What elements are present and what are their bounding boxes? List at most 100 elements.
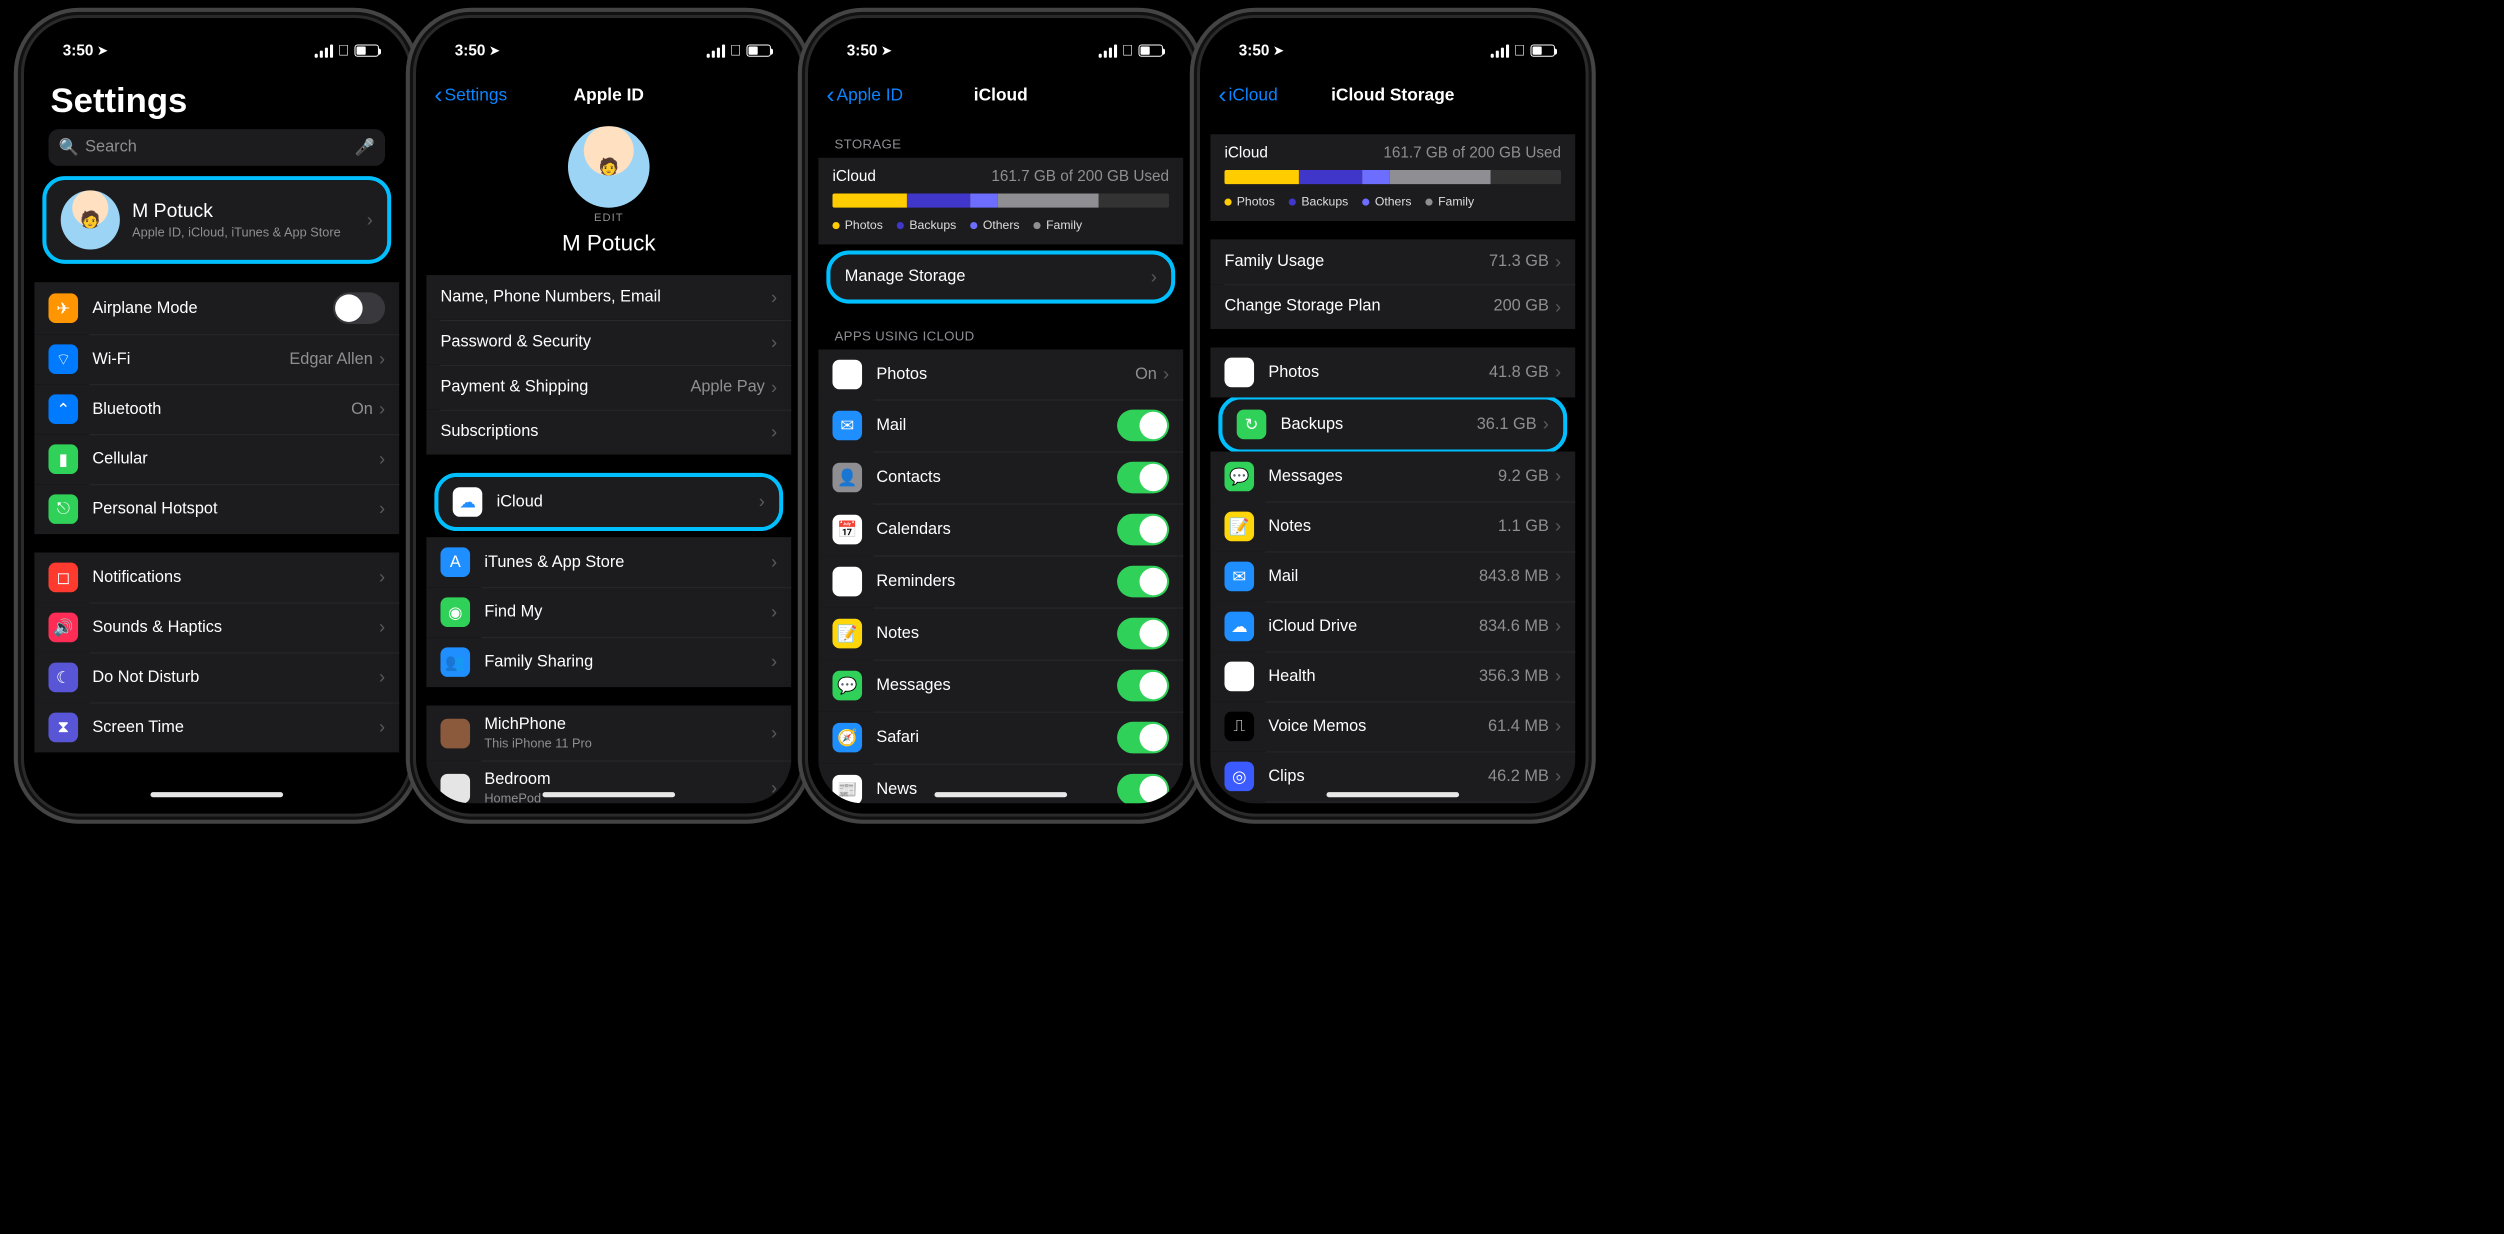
toggle-switch[interactable] <box>1117 774 1169 804</box>
list-item[interactable]: ☑Reminders <box>818 556 1183 608</box>
app-icon: ☑ <box>832 567 862 597</box>
back-button[interactable]: ‹ Settings <box>434 83 507 107</box>
list-item[interactable]: 🏞PhotosOn› <box>818 350 1183 400</box>
toggle-switch[interactable] <box>1117 410 1169 442</box>
back-button[interactable]: ‹ Apple ID <box>826 83 903 107</box>
list-item[interactable]: Password & Security› <box>426 320 791 365</box>
phone-apple-id: 3:50➤ 􀙇 ‹ Settings Apple ID 🧑 EDIT M Pot… <box>416 18 802 814</box>
list-item[interactable]: ⎍Voice Memos61.4 MB› <box>1210 701 1575 751</box>
app-icon: ⌃ <box>48 394 78 424</box>
highlight-backups: ↻ Backups 36.1 GB › <box>1218 395 1567 453</box>
wifi-icon: 􀙇 <box>1514 42 1525 59</box>
list-item[interactable]: Change Storage Plan200 GB› <box>1210 284 1575 329</box>
avatar: 🧑 <box>61 190 120 249</box>
chevron-right-icon: › <box>771 777 777 798</box>
avatar: 🧑 <box>568 126 650 208</box>
mic-icon[interactable]: 🎤 <box>355 137 375 157</box>
app-icon: 📝 <box>832 619 862 649</box>
profile-cell[interactable]: 🧑 M Potuck Apple ID, iCloud, iTunes & Ap… <box>46 180 387 260</box>
chevron-right-icon: › <box>1163 364 1169 385</box>
profile-name: M Potuck <box>426 230 791 257</box>
list-item[interactable]: 📚Apple Books36.5 MB› <box>1210 801 1575 803</box>
location-icon: ➤ <box>489 44 499 58</box>
home-indicator[interactable] <box>542 792 675 797</box>
list-item[interactable]: 📰News <box>818 764 1183 804</box>
home-indicator[interactable] <box>934 792 1067 797</box>
home-indicator[interactable] <box>1326 792 1459 797</box>
search-input[interactable]: 🔍 Search 🎤 <box>48 129 385 166</box>
backups-cell[interactable]: ↻ Backups 36.1 GB › <box>1222 399 1563 449</box>
app-icon <box>440 718 470 748</box>
cell-value: On <box>1135 365 1157 383</box>
location-icon: ➤ <box>881 44 891 58</box>
list-item[interactable]: ▮Cellular› <box>34 434 399 484</box>
edit-label[interactable]: EDIT <box>426 212 791 224</box>
list-item[interactable]: 💬Messages <box>818 660 1183 712</box>
list-item[interactable]: Name, Phone Numbers, Email› <box>426 275 791 320</box>
app-icon: ⎋ <box>48 494 78 524</box>
chevron-right-icon: › <box>379 717 385 738</box>
list-item[interactable]: ⎋Personal Hotspot› <box>34 484 399 534</box>
cell-label: Wi-Fi <box>92 350 289 368</box>
cell-value: 61.4 MB <box>1488 717 1549 735</box>
toggle-switch[interactable] <box>1117 618 1169 650</box>
cell-label: iTunes & App Store <box>484 553 771 571</box>
list-item[interactable]: ✉Mail <box>818 399 1183 451</box>
list-item[interactable]: ♥Health356.3 MB› <box>1210 651 1575 701</box>
app-icon: 💬 <box>832 671 862 701</box>
list-item[interactable]: ☾Do Not Disturb› <box>34 652 399 702</box>
toggle-switch[interactable] <box>333 292 385 324</box>
icloud-cell[interactable]: ☁ iCloud › <box>438 477 779 527</box>
list-item[interactable]: Family Usage71.3 GB› <box>1210 239 1575 284</box>
storage-used: 161.7 GB of 200 GB Used <box>1383 144 1561 161</box>
chevron-right-icon: › <box>771 551 777 572</box>
chevron-right-icon: › <box>367 209 373 230</box>
list-item[interactable]: 🏞Photos41.8 GB› <box>1210 347 1575 397</box>
list-item[interactable]: Payment & ShippingApple Pay› <box>426 365 791 410</box>
list-item[interactable]: ◉Find My› <box>426 587 791 637</box>
list-item[interactable]: 👥Family Sharing› <box>426 637 791 687</box>
chevron-right-icon: › <box>771 421 777 442</box>
backup-icon: ↻ <box>1237 410 1267 440</box>
chevron-right-icon: › <box>1555 666 1561 687</box>
back-label: iCloud <box>1229 85 1278 105</box>
manage-storage-cell[interactable]: Manage Storage › <box>830 255 1171 300</box>
storage-used: 161.7 GB of 200 GB Used <box>991 168 1169 185</box>
list-item[interactable]: 👤Contacts <box>818 452 1183 504</box>
list-item[interactable]: AiTunes & App Store› <box>426 537 791 587</box>
list-item[interactable]: 📝Notes1.1 GB› <box>1210 501 1575 551</box>
chevron-right-icon: › <box>1555 362 1561 383</box>
chevron-right-icon: › <box>379 617 385 638</box>
toggle-switch[interactable] <box>1117 566 1169 598</box>
list-item[interactable]: ◻Notifications› <box>34 552 399 602</box>
list-item[interactable]: ✈Airplane Mode <box>34 282 399 334</box>
app-icon: 🔊 <box>48 613 78 643</box>
cell-value: 36.1 GB <box>1477 415 1537 433</box>
list-item[interactable]: 💬Messages9.2 GB› <box>1210 452 1575 502</box>
list-item[interactable]: ✉Mail843.8 MB› <box>1210 551 1575 601</box>
toggle-switch[interactable] <box>1117 670 1169 702</box>
legend-item: Photos <box>832 218 882 232</box>
list-item[interactable]: ☁iCloud Drive834.6 MB› <box>1210 601 1575 651</box>
cell-label: Voice Memos <box>1268 717 1488 735</box>
list-item[interactable]: ⌃BluetoothOn› <box>34 384 399 434</box>
list-item[interactable]: ⧗Screen Time› <box>34 702 399 752</box>
chevron-right-icon: › <box>759 491 765 512</box>
back-button[interactable]: ‹ iCloud <box>1218 83 1277 107</box>
toggle-switch[interactable] <box>1117 462 1169 494</box>
list-item[interactable]: 📅Calendars <box>818 504 1183 556</box>
list-item[interactable]: 🧭Safari <box>818 712 1183 764</box>
chevron-right-icon: › <box>1151 266 1157 287</box>
list-item[interactable]: 📝Notes <box>818 608 1183 660</box>
app-icon: ✈ <box>48 293 78 323</box>
profile-block[interactable]: 🧑 EDIT M Potuck <box>426 118 791 275</box>
list-item[interactable]: 🔊Sounds & Haptics› <box>34 602 399 652</box>
toggle-switch[interactable] <box>1117 722 1169 754</box>
home-indicator[interactable] <box>150 792 283 797</box>
list-item[interactable]: MichPhoneThis iPhone 11 Pro› <box>426 705 791 760</box>
storage-legend: PhotosBackupsOthersFamily <box>832 218 1169 232</box>
page-title: Settings <box>34 73 399 129</box>
list-item[interactable]: ⌔Wi-FiEdgar Allen› <box>34 334 399 384</box>
list-item[interactable]: Subscriptions› <box>426 410 791 455</box>
toggle-switch[interactable] <box>1117 514 1169 546</box>
